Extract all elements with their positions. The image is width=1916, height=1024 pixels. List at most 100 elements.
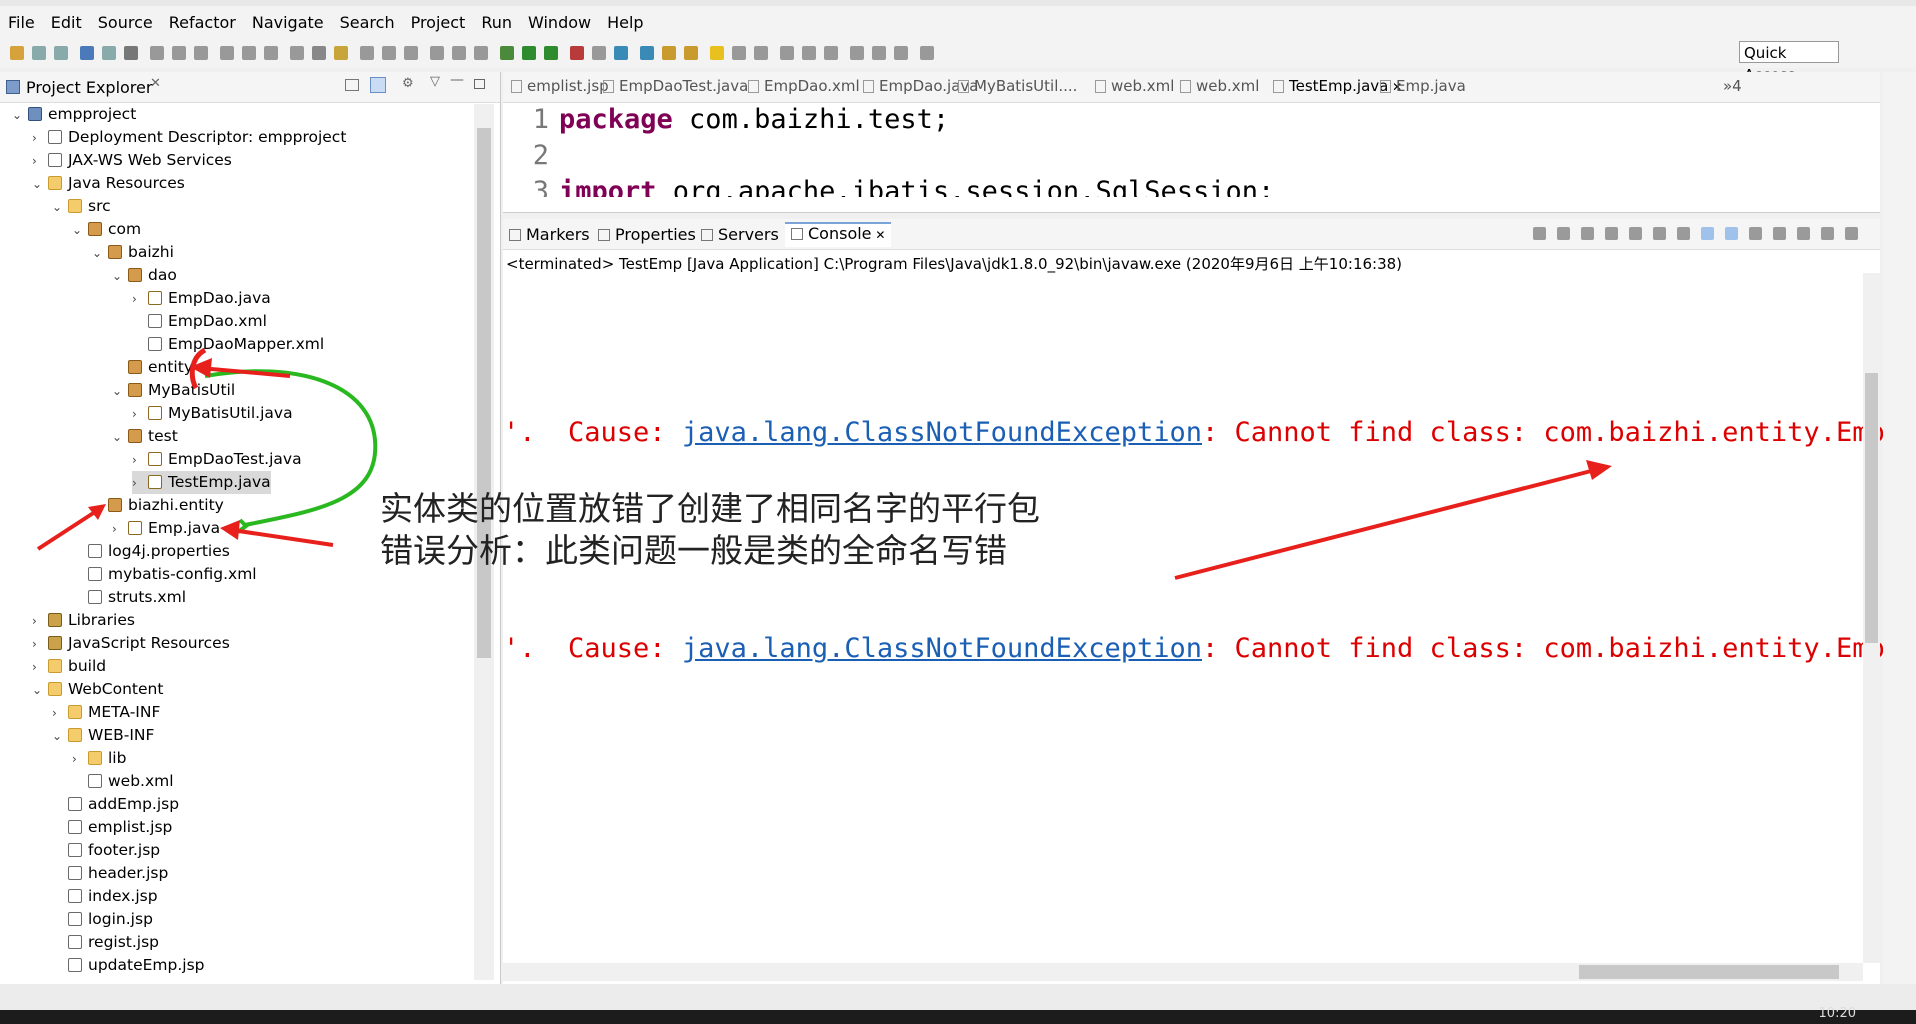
toolbar-button-icon[interactable] bbox=[264, 46, 278, 60]
link-editor-icon[interactable] bbox=[370, 77, 386, 93]
tree-item[interactable]: EmpDao.xml bbox=[132, 310, 267, 333]
tree-item[interactable]: ⌄ WebContent bbox=[32, 678, 163, 701]
tree-item[interactable]: › Libraries bbox=[32, 609, 135, 632]
console-toolbar-icon[interactable] bbox=[1557, 227, 1570, 240]
tab-console[interactable]: Console ✕ bbox=[785, 222, 892, 247]
toolbar-button-icon[interactable] bbox=[732, 46, 746, 60]
tree-item[interactable]: ⌄ biazhi.entity bbox=[92, 494, 224, 517]
console-toolbar-icon[interactable] bbox=[1581, 227, 1594, 240]
toolbar-button-icon[interactable] bbox=[334, 46, 348, 60]
console-toolbar-icon[interactable] bbox=[1845, 227, 1858, 240]
chevron-right-icon[interactable]: › bbox=[52, 702, 66, 725]
collapse-all-icon[interactable] bbox=[345, 79, 359, 91]
toolbar-button-icon[interactable] bbox=[430, 46, 444, 60]
chevron-down-icon[interactable]: ⌄ bbox=[112, 426, 126, 449]
tree-item[interactable]: ⌄ Java Resources bbox=[32, 172, 185, 195]
toolbar-button-icon[interactable] bbox=[920, 46, 934, 60]
toolbar-button-icon[interactable] bbox=[710, 46, 724, 60]
close-icon[interactable]: ✕ bbox=[872, 228, 885, 242]
tree-item[interactable]: ⌄ dao bbox=[112, 264, 177, 287]
chevron-down-icon[interactable]: ⌄ bbox=[12, 104, 26, 127]
toolbar-button-icon[interactable] bbox=[824, 46, 838, 60]
toolbar-button-icon[interactable] bbox=[150, 46, 164, 60]
toolbar-button-icon[interactable] bbox=[592, 46, 606, 60]
console-toolbar-icon[interactable] bbox=[1677, 227, 1690, 240]
toolbar-button-icon[interactable] bbox=[404, 46, 418, 60]
toolbar-button-icon[interactable] bbox=[872, 46, 886, 60]
toolbar-button-icon[interactable] bbox=[754, 46, 768, 60]
toolbar-button-icon[interactable] bbox=[780, 46, 794, 60]
toolbar-button-icon[interactable] bbox=[124, 46, 138, 60]
toolbar-button-icon[interactable] bbox=[570, 46, 584, 60]
editor-tab[interactable]: Emp.java bbox=[1380, 77, 1466, 95]
chevron-down-icon[interactable]: ⌄ bbox=[72, 219, 86, 242]
chevron-down-icon[interactable]: ⌄ bbox=[32, 173, 46, 196]
console-vertical-scrollbar[interactable] bbox=[1863, 273, 1880, 963]
editor-tab[interactable]: EmpDao.xml bbox=[748, 77, 860, 95]
chevron-right-icon[interactable]: › bbox=[32, 150, 46, 173]
tree-item[interactable]: ⌄ com bbox=[72, 218, 141, 241]
tree-item[interactable]: › MyBatisUtil.java bbox=[132, 402, 293, 425]
minimize-icon[interactable]: — bbox=[450, 72, 464, 88]
code-area[interactable]: 1 package com.baizhi.test; 2 3 import org.ap… bbox=[515, 102, 1855, 197]
tree-item[interactable]: addEmp.jsp bbox=[52, 793, 179, 816]
menu-run[interactable]: Run bbox=[473, 13, 520, 32]
chevron-right-icon[interactable]: › bbox=[112, 518, 126, 541]
chevron-right-icon[interactable]: › bbox=[32, 656, 46, 679]
toolbar-button-icon[interactable] bbox=[54, 46, 68, 60]
chevron-right-icon[interactable]: › bbox=[32, 633, 46, 656]
chevron-down-icon[interactable]: ⌄ bbox=[92, 242, 106, 265]
menu-project[interactable]: Project bbox=[403, 13, 474, 32]
chevron-right-icon[interactable]: › bbox=[132, 472, 146, 495]
chevron-down-icon[interactable]: ⌄ bbox=[112, 265, 126, 288]
tree-item[interactable]: › EmpDaoTest.java bbox=[132, 448, 302, 471]
toolbar-button-icon[interactable] bbox=[684, 46, 698, 60]
tree-scrollbar-thumb[interactable] bbox=[477, 128, 491, 658]
tab-markers[interactable]: Markers bbox=[509, 225, 590, 244]
maximize-icon[interactable] bbox=[474, 79, 485, 89]
view-menu-icon[interactable]: ▽ bbox=[430, 74, 440, 89]
toolbar-button-icon[interactable] bbox=[102, 46, 116, 60]
tree-item[interactable]: › Deployment Descriptor: empproject bbox=[32, 126, 346, 149]
tree-item[interactable]: › build bbox=[32, 655, 106, 678]
tree-item[interactable]: ⌄ src bbox=[52, 195, 111, 218]
editor-tab[interactable]: MyBatisUtil.... bbox=[958, 77, 1077, 95]
toolbar-button-icon[interactable] bbox=[10, 46, 24, 60]
toolbar-button-icon[interactable] bbox=[290, 46, 304, 60]
tree-item[interactable]: › lib bbox=[72, 747, 126, 770]
console-toolbar-icon[interactable] bbox=[1653, 227, 1666, 240]
tree-item[interactable]: log4j.properties bbox=[72, 540, 230, 563]
chevron-right-icon[interactable]: › bbox=[72, 748, 86, 771]
toolbar-button-icon[interactable] bbox=[220, 46, 234, 60]
tree-item[interactable]: struts.xml bbox=[72, 586, 186, 609]
console-vertical-thumb[interactable] bbox=[1865, 373, 1878, 643]
chevron-right-icon[interactable]: › bbox=[132, 288, 146, 311]
toolbar-button-icon[interactable] bbox=[32, 46, 46, 60]
toolbar-button-icon[interactable] bbox=[242, 46, 256, 60]
menu-navigate[interactable]: Navigate bbox=[244, 13, 332, 32]
tree-item[interactable]: ⌄ test bbox=[112, 425, 178, 448]
tree-item[interactable]: regist.jsp bbox=[52, 931, 159, 954]
console-toolbar-icon[interactable] bbox=[1605, 227, 1618, 240]
toolbar-button-icon[interactable] bbox=[522, 46, 536, 60]
menu-source[interactable]: Source bbox=[90, 13, 161, 32]
toolbar-button-icon[interactable] bbox=[894, 46, 908, 60]
menu-help[interactable]: Help bbox=[599, 13, 651, 32]
tree-item[interactable]: ⌄ MyBatisUtil bbox=[112, 379, 235, 402]
toolbar-button-icon[interactable] bbox=[640, 46, 654, 60]
filter-icon[interactable]: ⚙ bbox=[402, 76, 414, 91]
tree-item[interactable]: login.jsp bbox=[52, 908, 153, 931]
menu-window[interactable]: Window bbox=[520, 13, 599, 32]
toolbar-button-icon[interactable] bbox=[474, 46, 488, 60]
toolbar-button-icon[interactable] bbox=[850, 46, 864, 60]
toolbar-button-icon[interactable] bbox=[312, 46, 326, 60]
menu-edit[interactable]: Edit bbox=[43, 13, 90, 32]
tree-item[interactable]: emplist.jsp bbox=[52, 816, 172, 839]
tree-item[interactable]: footer.jsp bbox=[52, 839, 160, 862]
tree-item[interactable]: web.xml bbox=[72, 770, 174, 793]
toolbar-button-icon[interactable] bbox=[544, 46, 558, 60]
toolbar-button-icon[interactable] bbox=[194, 46, 208, 60]
tree-item[interactable]: mybatis-config.xml bbox=[72, 563, 257, 586]
tree-item[interactable]: › META-INF bbox=[52, 701, 160, 724]
console-toolbar-icon[interactable] bbox=[1533, 227, 1546, 240]
